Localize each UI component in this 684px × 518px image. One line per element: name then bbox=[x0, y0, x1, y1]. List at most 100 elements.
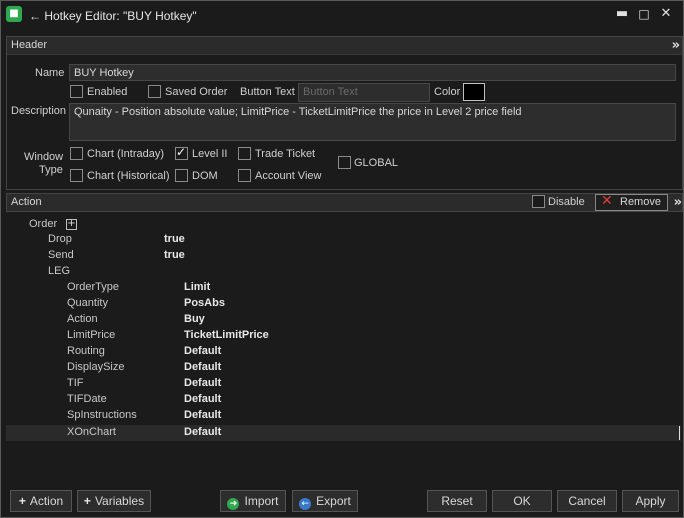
tree-row[interactable]: LimitPrice TicketLimitPrice bbox=[6, 329, 681, 345]
saved-order-checkbox[interactable] bbox=[148, 85, 161, 98]
tree-row[interactable]: SpInstructions Default bbox=[6, 409, 681, 425]
tree-row[interactable]: Action Buy bbox=[6, 313, 681, 329]
plus-icon: + bbox=[18, 494, 26, 508]
action-tree: Order + Drop true Send true LEG OrderTyp… bbox=[6, 215, 681, 485]
add-variables-button[interactable]: + Variables bbox=[77, 490, 151, 512]
apply-button[interactable]: Apply bbox=[622, 490, 679, 512]
disable-checkbox[interactable] bbox=[532, 195, 545, 208]
chart-intraday-label: Chart (Intraday) bbox=[87, 148, 165, 160]
chart-historical-label: Chart (Historical) bbox=[87, 170, 170, 182]
level-ii-checkbox[interactable] bbox=[175, 145, 188, 160]
import-label: Import bbox=[244, 494, 279, 508]
tree-key: LimitPrice bbox=[67, 329, 116, 341]
header-section-label: Header bbox=[11, 39, 48, 51]
tree-key: XOnChart bbox=[67, 426, 116, 438]
header-section-bar[interactable]: Header » bbox=[7, 37, 682, 55]
minimize-icon[interactable]: ▬ bbox=[613, 6, 631, 22]
add-variables-label: Variables bbox=[94, 494, 145, 508]
button-text-label: Button Text bbox=[240, 86, 295, 98]
order-node-label: Order bbox=[29, 218, 58, 230]
button-text-input[interactable]: Button Text bbox=[298, 83, 430, 102]
chart-historical-checkbox[interactable] bbox=[70, 169, 83, 182]
dom-label: DOM bbox=[192, 170, 218, 182]
global-checkbox[interactable] bbox=[338, 156, 351, 169]
window-title: ← Hotkey Editor: "BUY Hotkey" bbox=[29, 9, 197, 23]
collapse-header-icon[interactable]: » bbox=[672, 38, 680, 53]
action-section-label: Action bbox=[11, 196, 42, 208]
tree-row-order[interactable]: Order + bbox=[6, 217, 681, 233]
tree-key: TIFDate bbox=[67, 393, 107, 405]
export-button[interactable]: ← Export bbox=[292, 490, 358, 512]
tree-row[interactable]: TIFDate Default bbox=[6, 393, 681, 409]
import-button[interactable]: ➜ Import bbox=[220, 490, 286, 512]
tree-key: Routing bbox=[67, 345, 105, 357]
remove-button[interactable]: ✕ Remove bbox=[595, 193, 668, 211]
tree-row[interactable]: DisplaySize Default bbox=[6, 361, 681, 377]
disable-label: Disable bbox=[548, 196, 585, 208]
tree-row-leg[interactable]: LEG bbox=[6, 265, 681, 281]
reset-button[interactable]: Reset bbox=[427, 490, 487, 512]
add-action-button[interactable]: + Action bbox=[10, 490, 72, 512]
chart-intraday-checkbox[interactable] bbox=[70, 147, 83, 160]
tree-row[interactable]: TIF Default bbox=[6, 377, 681, 393]
trade-ticket-checkbox[interactable] bbox=[238, 147, 251, 160]
tree-value: Default bbox=[184, 393, 222, 405]
tree-key: Drop bbox=[48, 233, 72, 245]
expand-plus-icon[interactable]: + bbox=[66, 219, 77, 230]
tree-key: Action bbox=[67, 313, 98, 325]
tree-key: Send bbox=[48, 249, 74, 261]
action-section-bar: Action Disable ✕ Remove » bbox=[6, 193, 683, 212]
description-label: Description bbox=[11, 105, 67, 117]
color-swatch[interactable] bbox=[463, 83, 485, 101]
global-label: GLOBAL bbox=[354, 157, 399, 169]
remove-x-icon: ✕ bbox=[601, 193, 613, 209]
tree-row-selected[interactable]: XOnChart Default bbox=[6, 425, 681, 441]
export-arrow-icon: ← bbox=[299, 498, 312, 510]
name-label: Name bbox=[35, 67, 65, 79]
header-section: Header » Name BUY Hotkey Enabled Saved O… bbox=[6, 36, 683, 190]
tree-key: DisplaySize bbox=[67, 361, 125, 373]
tree-row[interactable]: Drop true bbox=[6, 233, 681, 249]
window-type-label-1: Window bbox=[24, 151, 64, 163]
description-textarea[interactable]: Qunaity - Position absolute value; Limit… bbox=[69, 103, 676, 141]
window-type-label-2: Type bbox=[39, 164, 63, 176]
tree-row[interactable]: Quantity PosAbs bbox=[6, 297, 681, 313]
tree-value: PosAbs bbox=[184, 297, 225, 309]
leg-node-label: LEG bbox=[48, 265, 71, 277]
tree-key: Quantity bbox=[67, 297, 108, 309]
tree-value: Default bbox=[184, 361, 222, 373]
tree-value: TicketLimitPrice bbox=[184, 329, 269, 341]
tree-value: true bbox=[164, 233, 185, 245]
level-ii-label: Level II bbox=[192, 148, 228, 160]
text-caret bbox=[679, 426, 680, 440]
tree-value: Limit bbox=[184, 281, 211, 293]
cancel-button[interactable]: Cancel bbox=[557, 490, 617, 512]
plus-icon: + bbox=[83, 494, 91, 508]
color-label: Color bbox=[434, 86, 461, 98]
trade-ticket-label: Trade Ticket bbox=[255, 148, 316, 160]
dom-checkbox[interactable] bbox=[175, 169, 188, 182]
account-view-label: Account View bbox=[255, 170, 322, 182]
close-icon[interactable]: ✕ bbox=[657, 6, 675, 22]
collapse-action-icon[interactable]: » bbox=[674, 195, 682, 210]
tree-value: Default bbox=[184, 409, 222, 421]
ok-button[interactable]: OK bbox=[492, 490, 552, 512]
tree-key: OrderType bbox=[67, 281, 119, 293]
account-view-checkbox[interactable] bbox=[238, 169, 251, 182]
import-arrow-icon: ➜ bbox=[227, 498, 240, 510]
tree-row[interactable]: Send true bbox=[6, 249, 681, 265]
app-logo-icon: ■ bbox=[6, 6, 22, 22]
enabled-checkbox[interactable] bbox=[70, 85, 83, 98]
tree-value: Default bbox=[184, 345, 222, 357]
tree-key: TIF bbox=[67, 377, 84, 389]
title-bar: ■ ← Hotkey Editor: "BUY Hotkey" ▬ □ ✕ bbox=[1, 1, 683, 31]
tree-key: SpInstructions bbox=[67, 409, 137, 421]
add-action-label: Action bbox=[29, 494, 64, 508]
export-label: Export bbox=[316, 494, 351, 508]
tree-row[interactable]: OrderType Limit bbox=[6, 281, 681, 297]
name-input[interactable]: BUY Hotkey bbox=[69, 64, 676, 81]
maximize-icon[interactable]: □ bbox=[635, 6, 653, 22]
hotkey-editor-window: ■ ← Hotkey Editor: "BUY Hotkey" ▬ □ ✕ He… bbox=[0, 0, 684, 518]
tree-value: Default bbox=[184, 426, 222, 438]
tree-row[interactable]: Routing Default bbox=[6, 345, 681, 361]
